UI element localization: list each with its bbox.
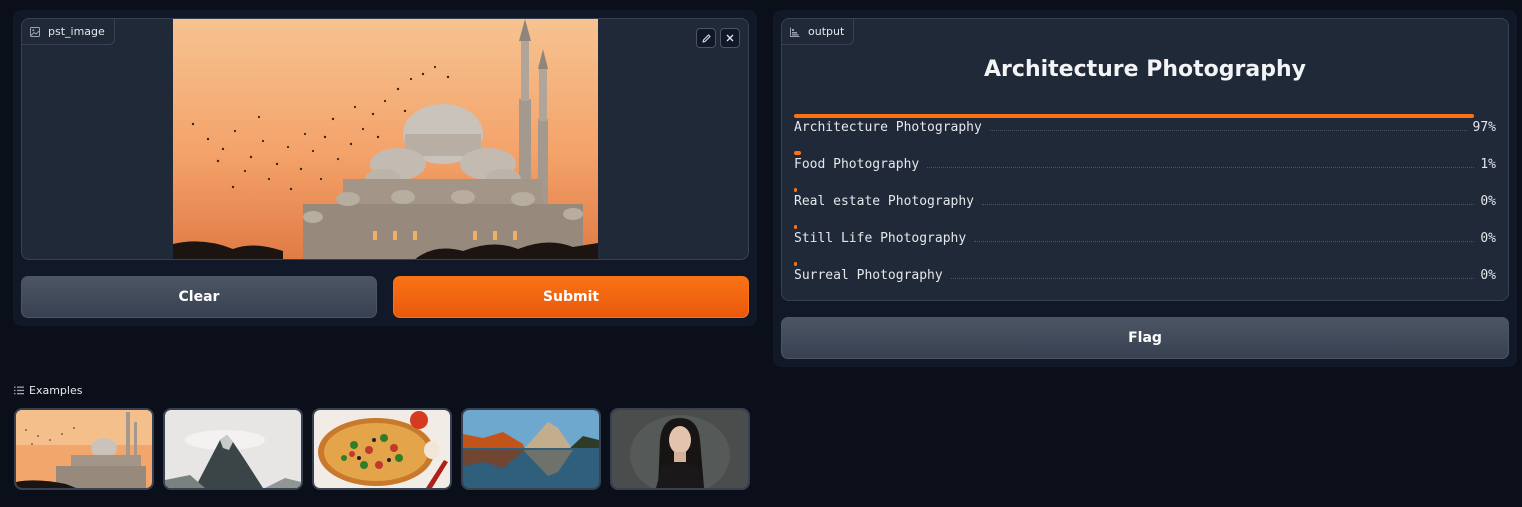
label-output-block: output Architecture Photography Architec… — [781, 18, 1509, 301]
example-image — [314, 410, 450, 488]
confidence-percent: 0% — [1480, 268, 1496, 283]
example-image — [16, 410, 152, 488]
examples-header-text: Examples — [29, 384, 83, 397]
predicted-label: Architecture Photography — [984, 57, 1306, 82]
image-input-label: pst_image — [22, 19, 115, 45]
confidence-label: Surreal Photography — [794, 268, 943, 283]
example-mosque-sunset[interactable] — [14, 408, 154, 490]
list-icon — [14, 386, 24, 395]
image-input-label-text: pst_image — [48, 25, 105, 38]
remove-image-button[interactable] — [720, 28, 740, 48]
confidence-bar — [794, 225, 797, 229]
confidence-label: Real estate Photography — [794, 194, 975, 209]
confidence-bar — [794, 114, 1474, 118]
confidence-row: Architecture Photography 97% — [794, 114, 1496, 150]
uploaded-image — [173, 19, 598, 259]
clear-button[interactable]: Clear — [21, 276, 377, 318]
example-image — [463, 410, 599, 488]
confidence-row: Food Photography 1% — [794, 151, 1496, 187]
leader-dots — [950, 278, 1475, 279]
example-image — [165, 410, 301, 488]
output-panel: output Architecture Photography Architec… — [773, 10, 1517, 367]
leader-dots — [989, 130, 1467, 131]
example-mountain-lake[interactable] — [461, 408, 601, 490]
confidence-bar — [794, 151, 801, 155]
pencil-icon — [701, 33, 711, 43]
confidence-bar — [794, 262, 797, 266]
confidence-label: Architecture Photography — [794, 120, 982, 135]
confidence-percent: 0% — [1480, 194, 1496, 209]
example-misty-mountain[interactable] — [163, 408, 303, 490]
examples-header: Examples — [14, 384, 82, 397]
leader-dots — [982, 204, 1475, 205]
image-icon — [30, 26, 40, 37]
confidence-row: Real estate Photography 0% — [794, 188, 1496, 224]
example-pizza[interactable] — [312, 408, 452, 490]
confidence-label: Still Life Photography — [794, 231, 967, 246]
confidence-percent: 0% — [1480, 231, 1496, 246]
confidence-row: Surreal Photography 0% — [794, 262, 1496, 298]
output-label-text: output — [808, 25, 845, 38]
confidence-percent: 1% — [1480, 157, 1496, 172]
confidence-row: Still Life Photography 0% — [794, 225, 1496, 261]
confidence-label: Food Photography — [794, 157, 920, 172]
confidence-bar — [794, 188, 797, 192]
leader-dots — [974, 241, 1475, 242]
example-image — [612, 410, 748, 488]
close-icon — [726, 34, 734, 42]
leader-dots — [927, 167, 1475, 168]
flag-button[interactable]: Flag — [781, 317, 1509, 359]
confidence-percent: 97% — [1472, 120, 1496, 135]
image-input-block[interactable]: pst_image — [21, 18, 749, 260]
output-label: output — [782, 19, 855, 45]
input-panel: pst_image Clear Submit — [13, 10, 757, 326]
edit-button[interactable] — [696, 28, 716, 48]
chart-icon — [790, 27, 800, 37]
submit-button[interactable]: Submit — [393, 276, 749, 318]
example-woman-portrait[interactable] — [610, 408, 750, 490]
